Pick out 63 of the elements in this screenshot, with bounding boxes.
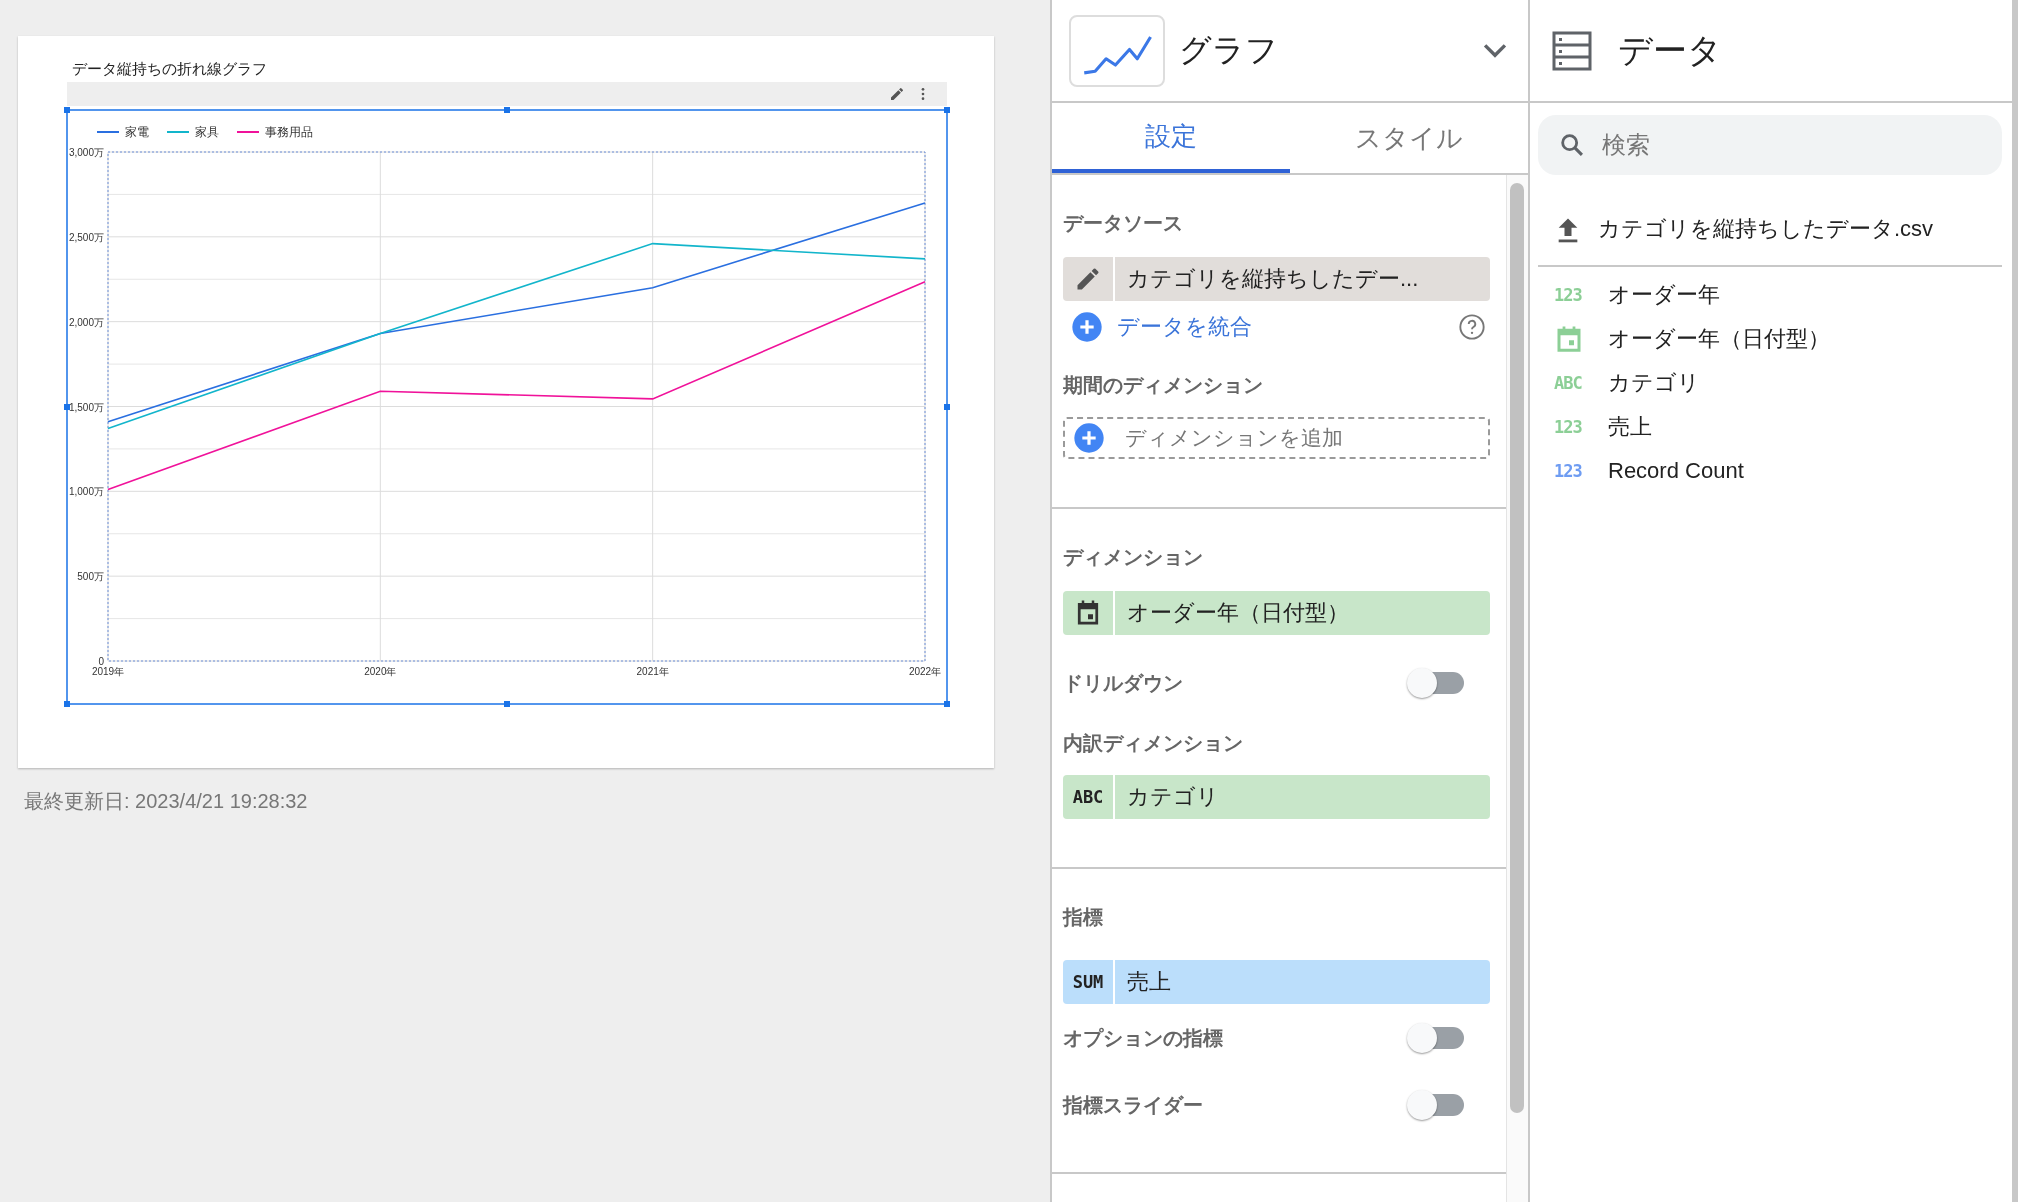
legend-label: 家具: [195, 125, 219, 139]
panel-tab[interactable]: スタイル: [1290, 103, 1528, 173]
dimension-chip[interactable]: ABC カテゴリ: [1063, 775, 1490, 819]
section-heading: 内訳ディメンション: [1063, 731, 1244, 755]
resize-handle[interactable]: [944, 107, 950, 113]
field-item[interactable]: ABC カテゴリ: [1530, 361, 2012, 405]
field-item[interactable]: 123 売上: [1530, 405, 2012, 449]
type-label: ABC: [1554, 373, 1583, 393]
y-axis-label: 1,000万: [68, 486, 104, 498]
y-axis-label: 2,500万: [68, 231, 104, 243]
x-axis-label: 2022年: [908, 666, 942, 677]
type-label: 123: [1554, 461, 1583, 481]
data-source-chip[interactable]: カテゴリを縦持ちしたデー...: [1063, 257, 1490, 301]
legend-label: 家電: [125, 125, 149, 139]
toggle-label: 指標スライダー: [1063, 1092, 1203, 1117]
add-icon[interactable]: [1071, 311, 1103, 343]
section-heading: ディメンション: [1063, 545, 1204, 569]
table-icon: [1552, 30, 1592, 71]
scrollbar-thumb[interactable]: [1510, 183, 1524, 1113]
search-bar[interactable]: 検索: [1538, 115, 2002, 175]
y-axis-label: 0: [98, 656, 104, 667]
x-axis-label: 2020年: [364, 666, 397, 677]
resize-handle[interactable]: [64, 107, 70, 113]
toggle-label: ドリルダウン: [1063, 671, 1183, 695]
section-heading: データソース: [1063, 211, 1184, 235]
toggle-label: オプションの指標: [1063, 1025, 1223, 1050]
add-dimension-field[interactable]: ディメンションを追加: [1063, 417, 1490, 459]
resize-handle[interactable]: [944, 404, 950, 410]
section-heading: 指標: [1063, 905, 1104, 929]
chart-title: データ縦持ちの折れ線グラフ: [72, 60, 268, 79]
resize-handle[interactable]: [64, 404, 70, 410]
chart-type-button[interactable]: [1069, 14, 1165, 87]
last-updated-text: 最終更新日: 2023/4/21 19:28:32: [23, 789, 309, 814]
field-item[interactable]: オーダー年（日付型）: [1530, 317, 2012, 361]
help-icon[interactable]: [1458, 313, 1486, 341]
metric-chip[interactable]: SUM 売上: [1063, 960, 1490, 1004]
y-axis-label: 3,000万: [68, 147, 104, 158]
panel-tab[interactable]: 設定: [1052, 103, 1290, 173]
x-axis-label: 2019年: [91, 666, 125, 677]
x-axis-label: 2021年: [636, 666, 669, 677]
legend-label: 事務用品: [265, 125, 313, 139]
dimension-chip[interactable]: オーダー年（日付型）: [1063, 591, 1490, 635]
data-source-name: カテゴリを縦持ちしたデータ.csv: [1598, 215, 1934, 243]
panel-title: データ: [1618, 29, 1722, 71]
chart-type-label: グラフ: [1179, 30, 1279, 70]
add-icon: [1073, 422, 1105, 454]
resize-handle[interactable]: [504, 107, 510, 113]
aggregation-label: SUM: [1072, 972, 1104, 992]
type-label: 123: [1554, 417, 1583, 437]
blend-data-link[interactable]: データを統合: [1117, 312, 1458, 342]
y-axis-label: 500万: [77, 571, 104, 583]
field-item[interactable]: 123 Record Count: [1530, 449, 2012, 493]
search-icon: [1558, 131, 1586, 159]
search-field[interactable]: 検索: [1600, 130, 2002, 160]
resize-handle[interactable]: [944, 701, 950, 707]
section-heading: 期間のディメンション: [1063, 373, 1264, 397]
resize-handle[interactable]: [64, 701, 70, 707]
type-label: ABC: [1072, 787, 1104, 807]
edit-icon[interactable]: [889, 86, 905, 102]
field-item[interactable]: 123 オーダー年: [1530, 273, 2012, 317]
type-label: 123: [1554, 285, 1583, 305]
y-axis-label: 2,000万: [68, 316, 104, 328]
resize-handle[interactable]: [504, 701, 510, 707]
